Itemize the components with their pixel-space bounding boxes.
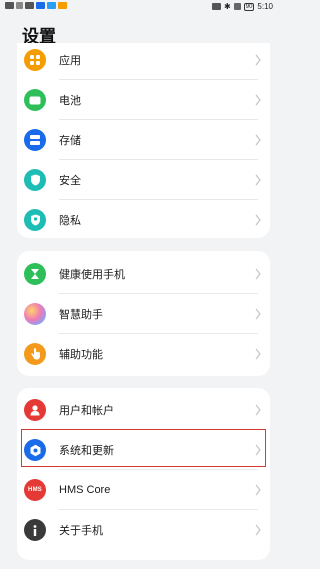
hms-icon: HMS [24, 479, 46, 501]
chevron-right-icon [255, 348, 261, 360]
hourglass-icon [24, 263, 46, 285]
battery-indicator: 90 [243, 2, 255, 11]
chevron-right-icon [255, 94, 261, 106]
selection-highlight-box [21, 429, 266, 467]
settings-item-label: 健康使用手机 [59, 269, 125, 281]
settings-item-label: 电池 [59, 95, 81, 107]
settings-item-label: 智慧助手 [59, 309, 103, 321]
settings-item-digital-balance[interactable]: 健康使用手机 [17, 254, 270, 294]
clock: 5:10 [257, 2, 273, 11]
settings-group-1: 应用 电池 存储 安全 隐私 [17, 43, 270, 238]
chevron-right-icon [255, 54, 261, 66]
settings-item-label: 用户和帐户 [59, 405, 114, 417]
settings-item-label: 隐私 [59, 215, 81, 227]
shield-icon [24, 169, 46, 191]
settings-item-accessibility[interactable]: 辅助功能 [17, 334, 270, 374]
app-notification-icon [36, 2, 45, 9]
system-icons: ✱ 90 5:10 [212, 2, 273, 11]
settings-item-label: 安全 [59, 175, 81, 187]
settings-item-storage[interactable]: 存储 [17, 120, 270, 160]
settings-item-hms-core[interactable]: HMS HMS Core [17, 470, 270, 510]
settings-item-privacy[interactable]: 隐私 [17, 200, 270, 240]
settings-item-users-accounts[interactable]: 用户和帐户 [17, 390, 270, 430]
battery-icon [24, 89, 46, 111]
info-icon [24, 519, 46, 541]
chevron-right-icon [255, 404, 261, 416]
settings-group-3: 用户和帐户 系统和更新 HMS HMS Core 关于手机 [17, 388, 270, 560]
settings-item-security[interactable]: 安全 [17, 160, 270, 200]
vibrate-icon [233, 3, 241, 10]
settings-item-label: 关于手机 [59, 525, 103, 537]
app-notification-icon [47, 2, 56, 9]
settings-item-battery[interactable]: 电池 [17, 80, 270, 120]
nfc-status-icon [212, 3, 222, 10]
settings-item-apps[interactable]: 应用 [17, 40, 270, 80]
hand-icon [24, 343, 46, 365]
bluetooth-icon: ✱ [224, 2, 231, 11]
assistant-icon [24, 303, 46, 325]
chevron-right-icon [255, 308, 261, 320]
chevron-right-icon [255, 174, 261, 186]
apps-icon [24, 49, 46, 71]
notification-icons [5, 2, 67, 9]
settings-item-label: 存储 [59, 135, 81, 147]
settings-item-assistant[interactable]: 智慧助手 [17, 294, 270, 334]
chevron-right-icon [255, 524, 261, 536]
sim-icon [5, 2, 14, 9]
settings-item-label: HMS Core [59, 484, 111, 496]
status-bar: ✱ 90 5:10 [0, 0, 279, 14]
privacy-icon [24, 209, 46, 231]
app-notification-icon [58, 2, 67, 9]
user-icon [24, 399, 46, 421]
chevron-right-icon [255, 268, 261, 280]
settings-item-label: 辅助功能 [59, 349, 103, 361]
chevron-right-icon [255, 134, 261, 146]
storage-icon [24, 129, 46, 151]
nfc-icon [25, 2, 34, 9]
signal-icon [16, 2, 23, 9]
settings-group-2: 健康使用手机 智慧助手 辅助功能 [17, 251, 270, 376]
settings-item-about-phone[interactable]: 关于手机 [17, 510, 270, 550]
settings-item-label: 应用 [59, 55, 81, 67]
chevron-right-icon [255, 484, 261, 496]
chevron-right-icon [255, 214, 261, 226]
